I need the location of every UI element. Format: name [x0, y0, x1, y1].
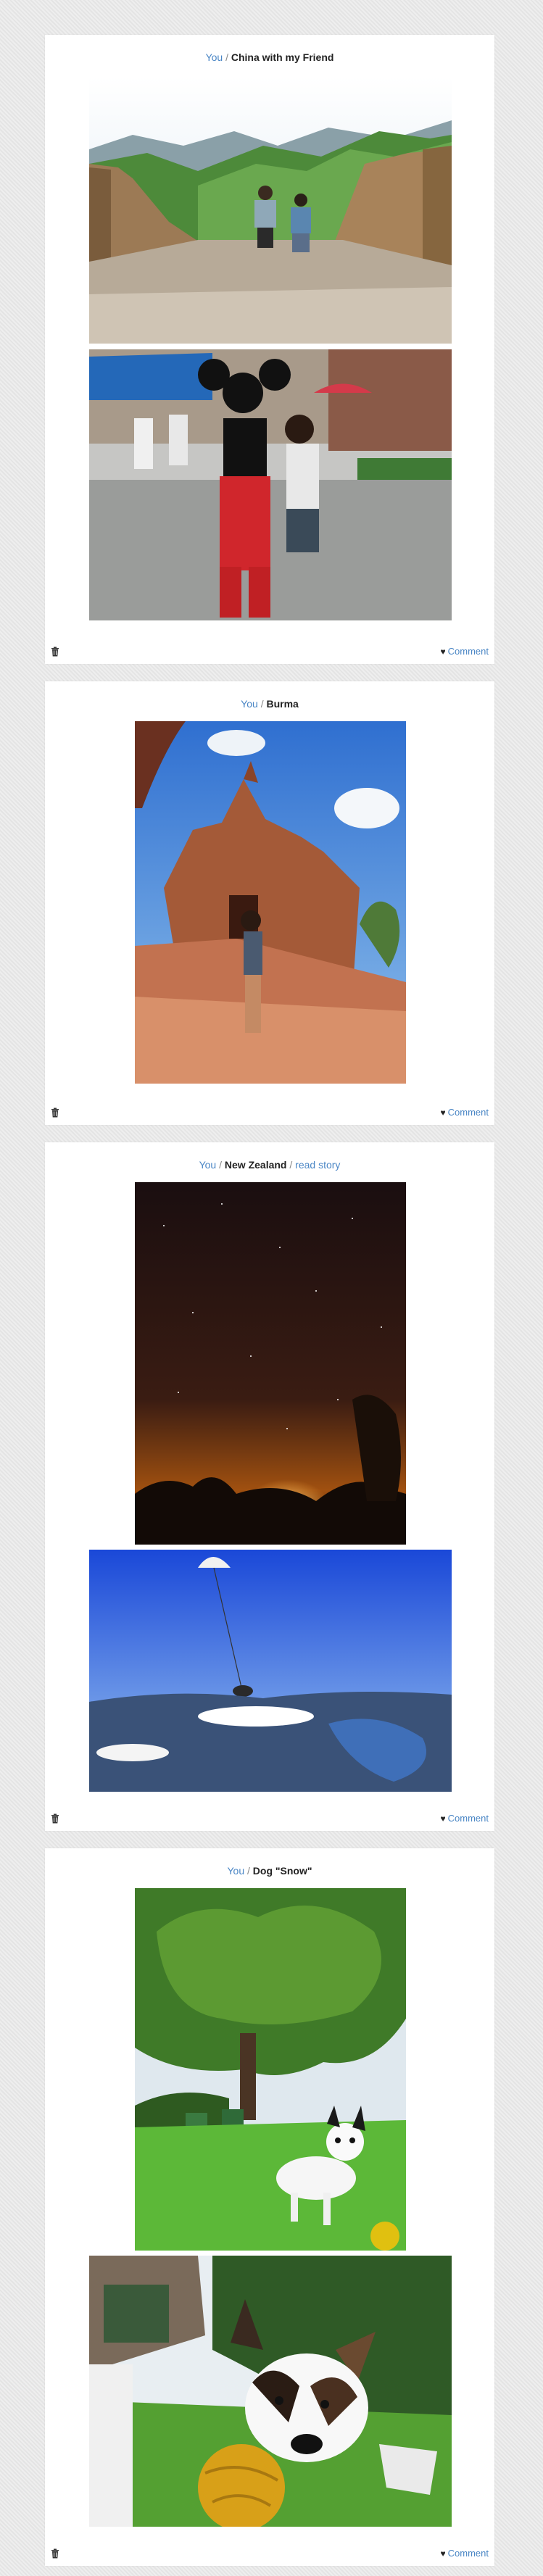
- comment-label[interactable]: Comment: [448, 1813, 489, 1824]
- burma-temple-photo[interactable]: [135, 721, 406, 1084]
- heart-icon[interactable]: ♥: [441, 2548, 446, 2559]
- comment-button[interactable]: ♥ Comment: [441, 2548, 489, 2559]
- dog-closeup-photo[interactable]: [89, 2256, 452, 2527]
- owner-link[interactable]: You: [206, 51, 223, 63]
- great-wall-photo[interactable]: [89, 77, 452, 344]
- post-card-dog-snow: You / Dog "Snow" ♥ Comment: [45, 1848, 494, 2566]
- post-title: You / China with my Friend: [45, 51, 494, 64]
- mickey-mouse-photo[interactable]: [89, 349, 452, 620]
- owner-link[interactable]: You: [241, 698, 258, 710]
- post-name: Burma: [266, 698, 299, 710]
- owner-link[interactable]: You: [227, 1865, 244, 1877]
- post-name: China with my Friend: [231, 51, 334, 63]
- comment-label[interactable]: Comment: [448, 2548, 489, 2559]
- post-card-china: You / China with my Friend ♥ Comment: [45, 35, 494, 664]
- dog-on-lawn-photo[interactable]: [135, 1888, 406, 2251]
- heart-icon[interactable]: ♥: [441, 1813, 446, 1824]
- delete-post-button[interactable]: [51, 2548, 59, 2559]
- post-title: You / New Zealand / read story: [45, 1158, 494, 1171]
- comment-label[interactable]: Comment: [448, 1107, 489, 1118]
- skydiving-photo[interactable]: [89, 1550, 452, 1792]
- post-name: New Zealand: [224, 1159, 287, 1171]
- trash-icon: [51, 2548, 59, 2559]
- read-story-link[interactable]: read story: [295, 1159, 340, 1171]
- post-card-new-zealand: You / New Zealand / read story ♥ Comment: [45, 1142, 494, 1831]
- post-card-burma: You / Burma ♥ Comment: [45, 681, 494, 1125]
- breadcrumb-separator: /: [247, 1865, 250, 1877]
- comment-button[interactable]: ♥ Comment: [441, 1107, 489, 1118]
- delete-post-button[interactable]: [51, 647, 59, 657]
- comment-button[interactable]: ♥ Comment: [441, 1813, 489, 1824]
- trash-icon: [51, 647, 59, 657]
- heart-icon[interactable]: ♥: [441, 1108, 446, 1118]
- trash-icon: [51, 1108, 59, 1118]
- trash-icon: [51, 1813, 59, 1824]
- delete-post-button[interactable]: [51, 1108, 59, 1118]
- heart-icon[interactable]: ♥: [441, 647, 446, 657]
- comment-button[interactable]: ♥ Comment: [441, 646, 489, 657]
- post-name: Dog "Snow": [252, 1865, 312, 1877]
- night-sky-photo[interactable]: [135, 1182, 406, 1545]
- breadcrumb-separator: /: [289, 1159, 293, 1171]
- breadcrumb-separator: /: [225, 51, 228, 63]
- breadcrumb-separator: /: [260, 698, 264, 710]
- owner-link[interactable]: You: [199, 1159, 217, 1171]
- post-title: You / Dog "Snow": [45, 1864, 494, 1877]
- comment-label[interactable]: Comment: [448, 646, 489, 657]
- breadcrumb-separator: /: [219, 1159, 222, 1171]
- post-title: You / Burma: [45, 697, 494, 710]
- delete-post-button[interactable]: [51, 1813, 59, 1824]
